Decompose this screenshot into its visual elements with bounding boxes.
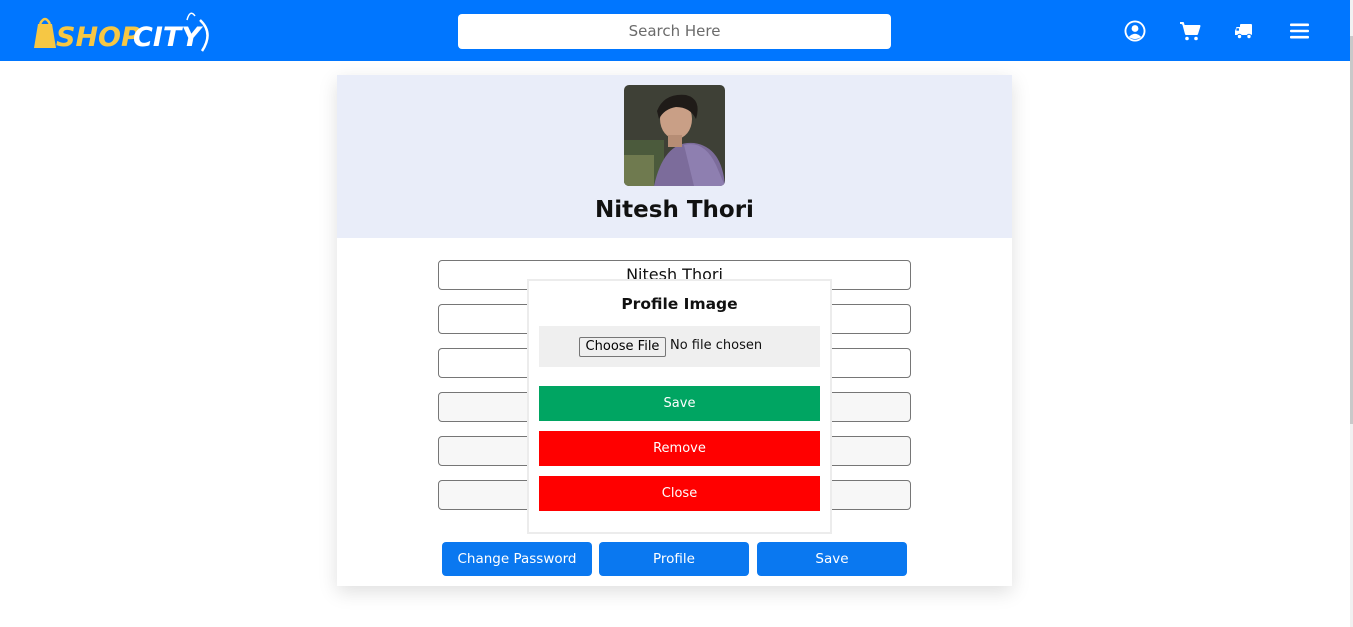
svg-text:SHOP: SHOP [56,22,141,53]
file-status: No file chosen [670,338,763,353]
file-input: Choose File No file chosen [539,326,820,367]
choose-file-button[interactable]: Choose File [579,337,666,357]
menu-icon[interactable] [1288,19,1312,43]
close-modal-button[interactable]: Close [539,476,820,511]
profile-image-modal: Profile Image Choose File No file chosen… [527,279,832,534]
truck-icon[interactable] [1234,19,1258,43]
profile-header: Nitesh Thori [337,75,1012,238]
cart-icon[interactable] [1178,19,1202,43]
avatar[interactable] [624,85,725,186]
save-image-button[interactable]: Save [539,386,820,421]
avatar-photo [624,85,725,186]
modal-title: Profile Image [621,295,738,313]
profile-name: Nitesh Thori [595,197,754,223]
change-password-button[interactable]: Change Password [442,542,592,576]
profile-button[interactable]: Profile [599,542,749,576]
navbar: SHOP CITY Search Here [0,0,1350,61]
remove-image-button[interactable]: Remove [539,431,820,466]
shopcity-logo-image: SHOP CITY [34,12,209,53]
user-circle-icon[interactable] [1123,19,1147,43]
search-input[interactable]: Search Here [458,14,891,49]
save-profile-button[interactable]: Save [757,542,907,576]
svg-text:CITY: CITY [133,22,203,53]
shopcity-logo[interactable]: SHOP CITY [30,6,215,54]
